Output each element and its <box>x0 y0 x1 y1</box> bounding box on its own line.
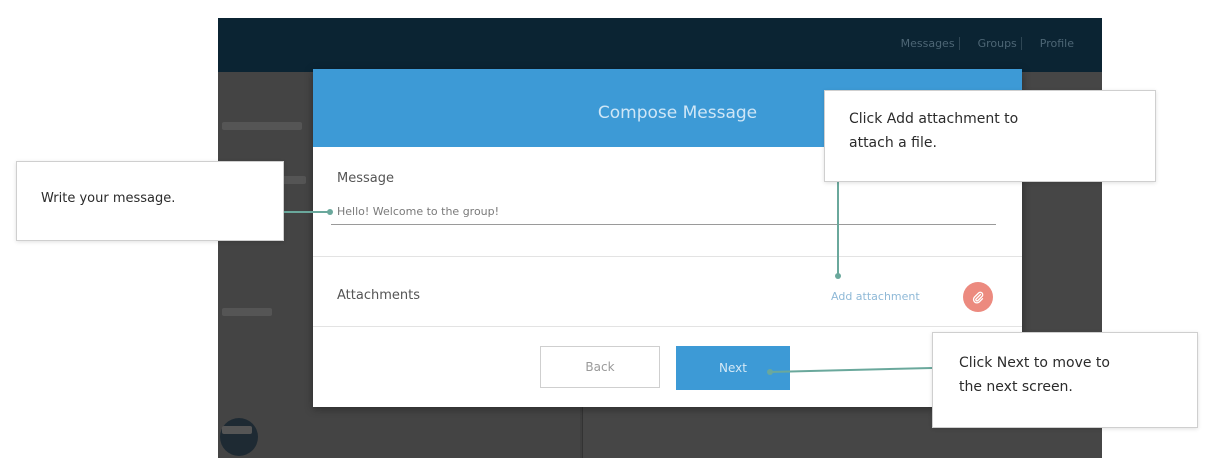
attachments-label: Attachments <box>337 288 420 303</box>
message-input[interactable] <box>331 199 996 225</box>
add-attachment-link[interactable]: Add attachment <box>831 290 920 303</box>
back-button[interactable]: Back <box>540 346 660 388</box>
callout-write-message-text: Write your message. <box>41 191 176 206</box>
app-nav: Messages Groups Profile <box>897 37 1078 50</box>
callout-add-attachment-line1: Click Add attachment to <box>849 111 1019 127</box>
nav-item-messages[interactable]: Messages <box>897 37 960 50</box>
next-button[interactable]: Next <box>676 346 790 390</box>
divider <box>313 326 1022 327</box>
divider <box>313 256 1022 257</box>
message-label: Message <box>337 171 394 186</box>
callout-next-line1: Click Next to move to <box>959 355 1110 371</box>
avatar <box>220 418 258 456</box>
nav-item-groups[interactable]: Groups <box>974 37 1022 50</box>
background-text-line <box>222 426 252 434</box>
nav-item-profile[interactable]: Profile <box>1036 37 1078 50</box>
callout-next-line2: the next screen. <box>959 379 1073 395</box>
callout-write-message: Write your message. <box>16 161 284 241</box>
app-header: Messages Groups Profile <box>218 18 1102 72</box>
callout-add-attachment: Click Add attachment to attach a file. <box>824 90 1156 182</box>
callout-add-attachment-line2: attach a file. <box>849 135 937 151</box>
add-attachment-button[interactable] <box>963 282 993 312</box>
callout-next: Click Next to move to the next screen. <box>932 332 1198 428</box>
dialog-title: Compose Message <box>597 103 758 123</box>
background-text-line <box>222 122 302 130</box>
paperclip-icon <box>972 291 984 304</box>
background-text-line <box>222 308 272 316</box>
